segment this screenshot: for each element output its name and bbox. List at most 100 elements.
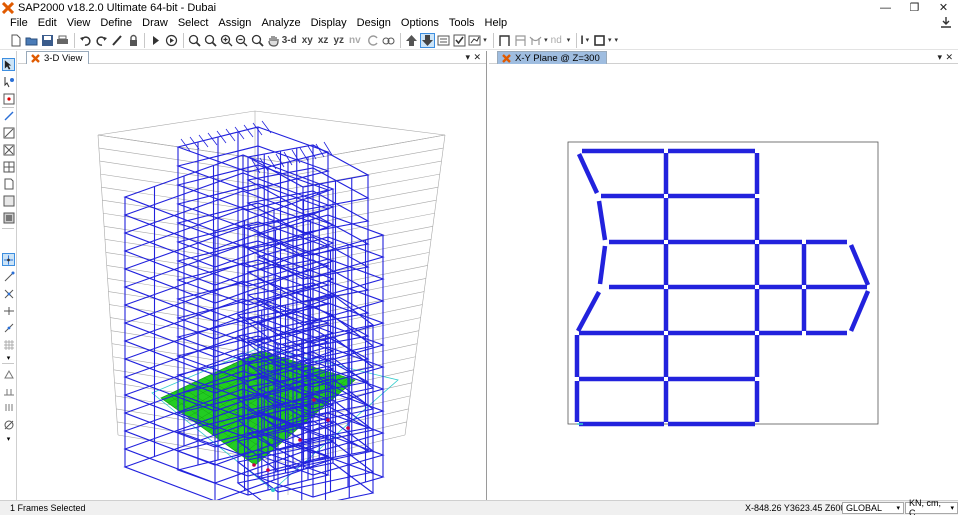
draw-frame-icon[interactable] [497,33,512,48]
assign-section-icon[interactable] [2,418,15,431]
open-file-icon[interactable] [24,33,39,48]
run-analysis-icon[interactable] [148,33,163,48]
run-options-icon[interactable] [164,33,179,48]
menu-file[interactable]: File [5,15,33,31]
quick-draw-frame-icon[interactable] [513,33,528,48]
selection-status: 1 Frames Selected [10,503,86,513]
rotate-view-icon[interactable] [366,33,381,48]
units-select[interactable]: KN, cm, C ▾ [905,498,958,515]
viewport-3d[interactable] [18,65,487,514]
tab-xy-plane-label: X-Y Plane @ Z=300 [515,52,600,64]
quick-draw-area-icon[interactable] [2,211,15,224]
perspective-toggle-icon[interactable] [381,33,396,48]
lock-icon[interactable] [126,33,141,48]
reshaper-icon[interactable] [2,75,15,88]
close-panel-button[interactable]: ✕ [473,51,481,64]
pin-icon[interactable]: ▾ [937,51,942,64]
zoom-out-icon[interactable] [234,33,249,48]
save-icon[interactable] [40,33,55,48]
viewport-plan[interactable] [489,65,958,500]
snap-ends-icon[interactable] [2,270,15,283]
download-icon[interactable] [940,16,952,29]
move-down-icon[interactable] [420,32,436,48]
coord-system-value: GLOBAL [846,503,883,513]
menu-select[interactable]: Select [173,15,214,31]
units-value: KN, cm, C [909,498,942,515]
view-xz-button[interactable]: xz [318,35,329,46]
structural-plan-view[interactable] [489,65,958,500]
close-panel-button[interactable]: ✕ [945,51,953,64]
draw-area-icon[interactable] [2,177,15,190]
assign-joint-restraint-icon[interactable] [2,367,15,380]
dropdown-arrow-icon[interactable]: ▾ [586,36,590,44]
section-designer-icon[interactable] [592,33,607,48]
pointer-select-icon[interactable] [2,58,15,71]
view-nv-button[interactable]: nv [349,35,361,46]
dropdown-arrow-icon[interactable]: ▾ [483,36,487,44]
draw-rect-area-icon[interactable] [2,194,15,207]
view-xy-button[interactable]: xy [302,35,313,46]
redo-icon[interactable] [94,33,109,48]
menu-options[interactable]: Options [396,15,444,31]
snap-points-icon[interactable] [2,253,15,266]
maximize-button[interactable]: ❐ [900,0,929,15]
display-options-icon[interactable] [436,33,451,48]
pin-icon[interactable]: ▾ [465,51,470,64]
undo-icon[interactable] [78,33,93,48]
menu-define[interactable]: Define [95,15,137,31]
nd-button[interactable]: nd [551,35,562,46]
dropdown-arrow-icon[interactable]: ▾ [567,36,571,44]
tab-3d-view[interactable]: 3-D View [26,51,90,64]
menu-help[interactable]: Help [480,15,513,31]
menu-analyze[interactable]: Analyze [256,15,305,31]
menu-view[interactable]: View [62,15,96,31]
zoom-window-icon[interactable] [187,33,202,48]
structural-model-3d[interactable] [18,65,487,514]
zoom-in-icon[interactable] [219,33,234,48]
set-display-icon[interactable] [452,33,467,48]
coord-system-select[interactable]: GLOBAL ▾ [842,502,904,514]
restore-view-icon[interactable] [203,33,218,48]
draw-frame-left-icon[interactable] [2,126,15,139]
draw-cable-icon[interactable] [528,33,543,48]
view-yz-button[interactable]: yz [333,35,344,46]
tab-xy-plane[interactable]: X-Y Plane @ Z=300 [497,51,607,64]
print-icon[interactable] [55,33,70,48]
menu-draw[interactable]: Draw [137,15,173,31]
view-3d-button[interactable]: 3-d [282,35,297,46]
menu-assign[interactable]: Assign [213,15,256,31]
support-point [312,398,316,402]
menu-tools[interactable]: Tools [444,15,480,31]
assign-load-icon[interactable] [2,401,15,414]
dropdown-arrow-icon[interactable]: ▾ [608,36,612,44]
dropdown-arrow-icon[interactable]: ▾ [544,36,548,44]
grid-roof-outline [97,110,446,164]
menu-design[interactable]: Design [352,15,396,31]
title-bar: SAP2000 v18.2.0 Ultimate 64-bit - Dubai … [0,0,958,15]
toolbar-overflow-icon[interactable]: ▾ [614,36,618,44]
close-button[interactable]: ✕ [929,0,958,15]
minimize-button[interactable]: — [871,0,900,15]
snap-fine-grid-icon[interactable] [2,338,15,351]
draw-line-icon[interactable] [2,109,15,122]
menu-display[interactable]: Display [306,15,352,31]
show-deformed-icon[interactable] [467,33,482,48]
menu-edit[interactable]: Edit [33,15,62,31]
refresh-view-icon[interactable] [110,33,125,48]
dropdown-arrow-icon[interactable]: ▾ [2,432,15,445]
snap-perpendicular-icon[interactable] [2,304,15,317]
tab-bar-plan-view: X-Y Plane @ Z=300 ▾ ✕ [489,51,958,64]
text-tool-button[interactable]: I [580,33,583,47]
snap-intersections-icon[interactable] [2,287,15,300]
grid-line [97,134,289,164]
zoom-all-icon[interactable] [250,33,265,48]
draw-grid-icon[interactable] [2,160,15,173]
snap-lines-icon[interactable] [2,321,15,334]
pan-icon[interactable] [266,33,281,48]
draw-brace-icon[interactable] [2,143,15,156]
draw-point-icon[interactable] [2,92,15,105]
sap2000-app-icon[interactable] [2,1,14,14]
new-model-icon[interactable] [8,33,23,48]
move-up-icon[interactable] [404,33,419,48]
assign-frame-release-icon[interactable] [2,384,15,397]
